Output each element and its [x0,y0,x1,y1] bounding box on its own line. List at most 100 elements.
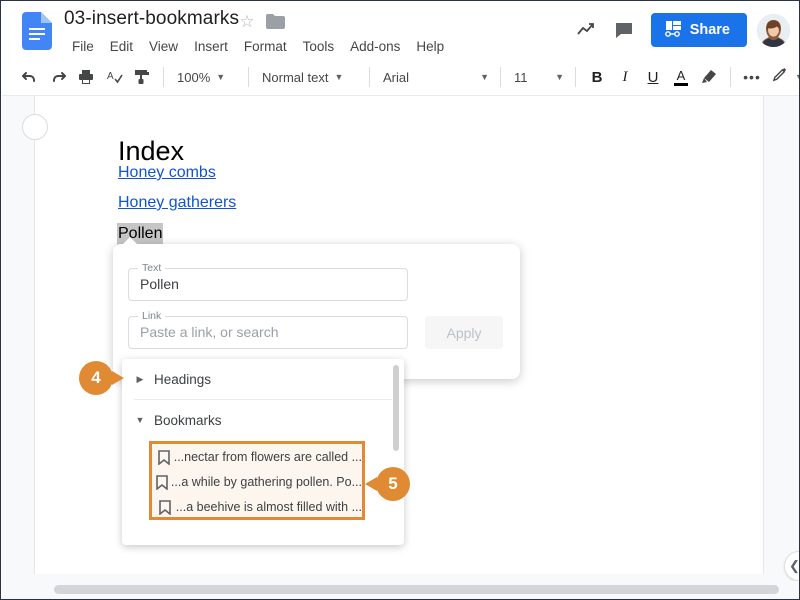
header-actions: Share [567,9,790,51]
apply-button[interactable]: Apply [425,316,503,349]
editing-mode-dropdown[interactable]: ▼ [766,64,799,90]
chevron-down-icon: ▼ [334,72,344,82]
menu-item-insert[interactable]: Insert [186,38,236,55]
callout-pointer [365,477,377,491]
user-avatar[interactable] [757,13,790,47]
link-url-placeholder: Paste a link, or search [140,324,279,340]
toolbar-divider [575,67,576,87]
activity-trend-icon[interactable] [567,11,605,49]
app-header: 03-insert-bookmarks ☆ File Edit View Ins… [2,2,799,59]
bold-label: B [591,68,603,86]
text-color-swatch [674,82,688,86]
bookmark-list-item[interactable]: ...nectar from flowers are called ... [152,444,362,470]
highlighter-icon[interactable] [695,63,723,91]
chevron-right-icon: ▶ [136,373,144,384]
spellcheck-icon[interactable]: A [100,63,128,91]
bookmark-icon [154,474,171,490]
bookmark-list-item[interactable]: ...a beehive is almost filled with ... [152,494,362,520]
toolbar-divider [500,67,501,87]
svg-text:A: A [107,71,114,82]
suggestion-group-headings[interactable]: ▶ Headings [122,359,404,399]
paragraph-style-value: Normal text [262,69,329,85]
callout-number: 5 [388,474,398,493]
chevron-down-icon: ▼ [795,72,799,82]
font-family-value: Arial [383,69,410,85]
chevron-down-icon: ▼ [480,72,489,82]
more-options-label: ••• [743,69,761,85]
link-url-label: Link [138,310,166,322]
italic-button[interactable]: I [611,63,639,91]
zoom-value: 100% [177,69,211,85]
docs-logo-icon [22,12,52,50]
link-text-field[interactable]: Text Pollen [128,262,408,301]
horizontal-scrollbar-track[interactable] [2,581,799,598]
font-size-dropdown[interactable]: 11 ▼ [508,64,568,90]
font-size-value: 11 [514,69,528,85]
suggestion-group-bookmarks[interactable]: ▼ Bookmarks [122,400,404,440]
comment-icon[interactable] [605,11,643,49]
share-button-label: Share [689,22,730,38]
formatting-toolbar: A 100% ▼ Normal text ▼ Arial ▼ 11 ▼ B I … [2,59,799,96]
font-family-dropdown[interactable]: Arial ▼ [377,64,493,90]
print-icon[interactable] [72,63,100,91]
horizontal-scrollbar-thumb[interactable] [54,585,779,594]
folder-icon[interactable] [266,14,285,29]
toolbar-divider [730,67,731,87]
italic-label: I [622,68,628,85]
zoom-dropdown[interactable]: 100% ▼ [171,64,241,90]
suggestions-scrollbar-thumb[interactable] [393,365,399,451]
menu-item-format[interactable]: Format [236,38,295,55]
callout-pointer [112,371,124,385]
link-suggestions-dropdown[interactable]: ▶ Headings ▼ Bookmarks ...nectar from fl… [122,359,404,545]
bookmark-list: ...nectar from flowers are called ... ..… [149,441,365,520]
chevron-down-icon: ▼ [216,72,226,82]
text-color-button[interactable]: A [667,63,695,91]
pencil-icon [772,67,789,87]
menu-item-edit[interactable]: Edit [102,38,141,55]
more-options-button[interactable]: ••• [738,63,766,91]
doc-link-honey-combs[interactable]: Honey combs [118,164,216,182]
toolbar-divider [248,67,249,87]
paint-format-icon[interactable] [128,63,156,91]
bookmark-item-label: ...a while by gathering pollen. Po... [170,475,362,489]
google-docs-window: 03-insert-bookmarks ☆ File Edit View Ins… [0,0,800,600]
toolbar-divider [163,67,164,87]
chevron-down-icon: ▼ [555,72,564,82]
star-outline-icon[interactable]: ☆ [238,13,256,31]
callout-marker-4: 4 [79,361,124,395]
undo-icon[interactable] [16,63,44,91]
bookmark-icon [154,449,174,465]
link-text-value: Pollen [140,276,179,292]
page-title: Index [118,136,185,167]
suggestion-group-headings-label: Headings [154,371,212,387]
callout-number: 4 [91,368,101,387]
paragraph-style-dropdown[interactable]: Normal text ▼ [256,64,362,90]
menu-item-addons[interactable]: Add-ons [342,38,408,55]
callout-marker-5: 5 [365,467,410,501]
underline-button[interactable]: U [639,63,667,91]
link-url-field[interactable]: Link Paste a link, or search [128,310,408,349]
bookmark-item-label: ...a beehive is almost filled with ... [175,500,362,514]
apply-button-label: Apply [446,324,482,341]
share-button[interactable]: Share [650,13,747,47]
share-lock-icon [664,20,683,41]
menu-bar: File Edit View Insert Format Tools Add-o… [64,36,452,56]
menu-item-tools[interactable]: Tools [295,38,343,55]
menu-item-file[interactable]: File [64,38,102,55]
document-title[interactable]: 03-insert-bookmarks [64,8,239,30]
outline-toggle-stub[interactable] [22,114,48,140]
dialog-pointer-tail [121,237,139,246]
redo-icon[interactable] [44,63,72,91]
link-text-label: Text [138,262,166,274]
chevron-down-icon: ▼ [135,415,145,425]
underline-label: U [647,68,659,86]
chevron-left-icon[interactable]: ❮ [784,551,799,581]
bold-button[interactable]: B [583,63,611,91]
text-color-label: A [676,67,686,83]
doc-link-honey-gatherers[interactable]: Honey gatherers [118,194,236,212]
menu-item-help[interactable]: Help [408,38,452,55]
bookmark-list-item[interactable]: ...a while by gathering pollen. Po... [152,469,362,495]
bookmark-item-label: ...nectar from flowers are called ... [173,450,362,464]
menu-item-view[interactable]: View [141,38,186,55]
suggestion-group-bookmarks-label: Bookmarks [154,412,222,428]
